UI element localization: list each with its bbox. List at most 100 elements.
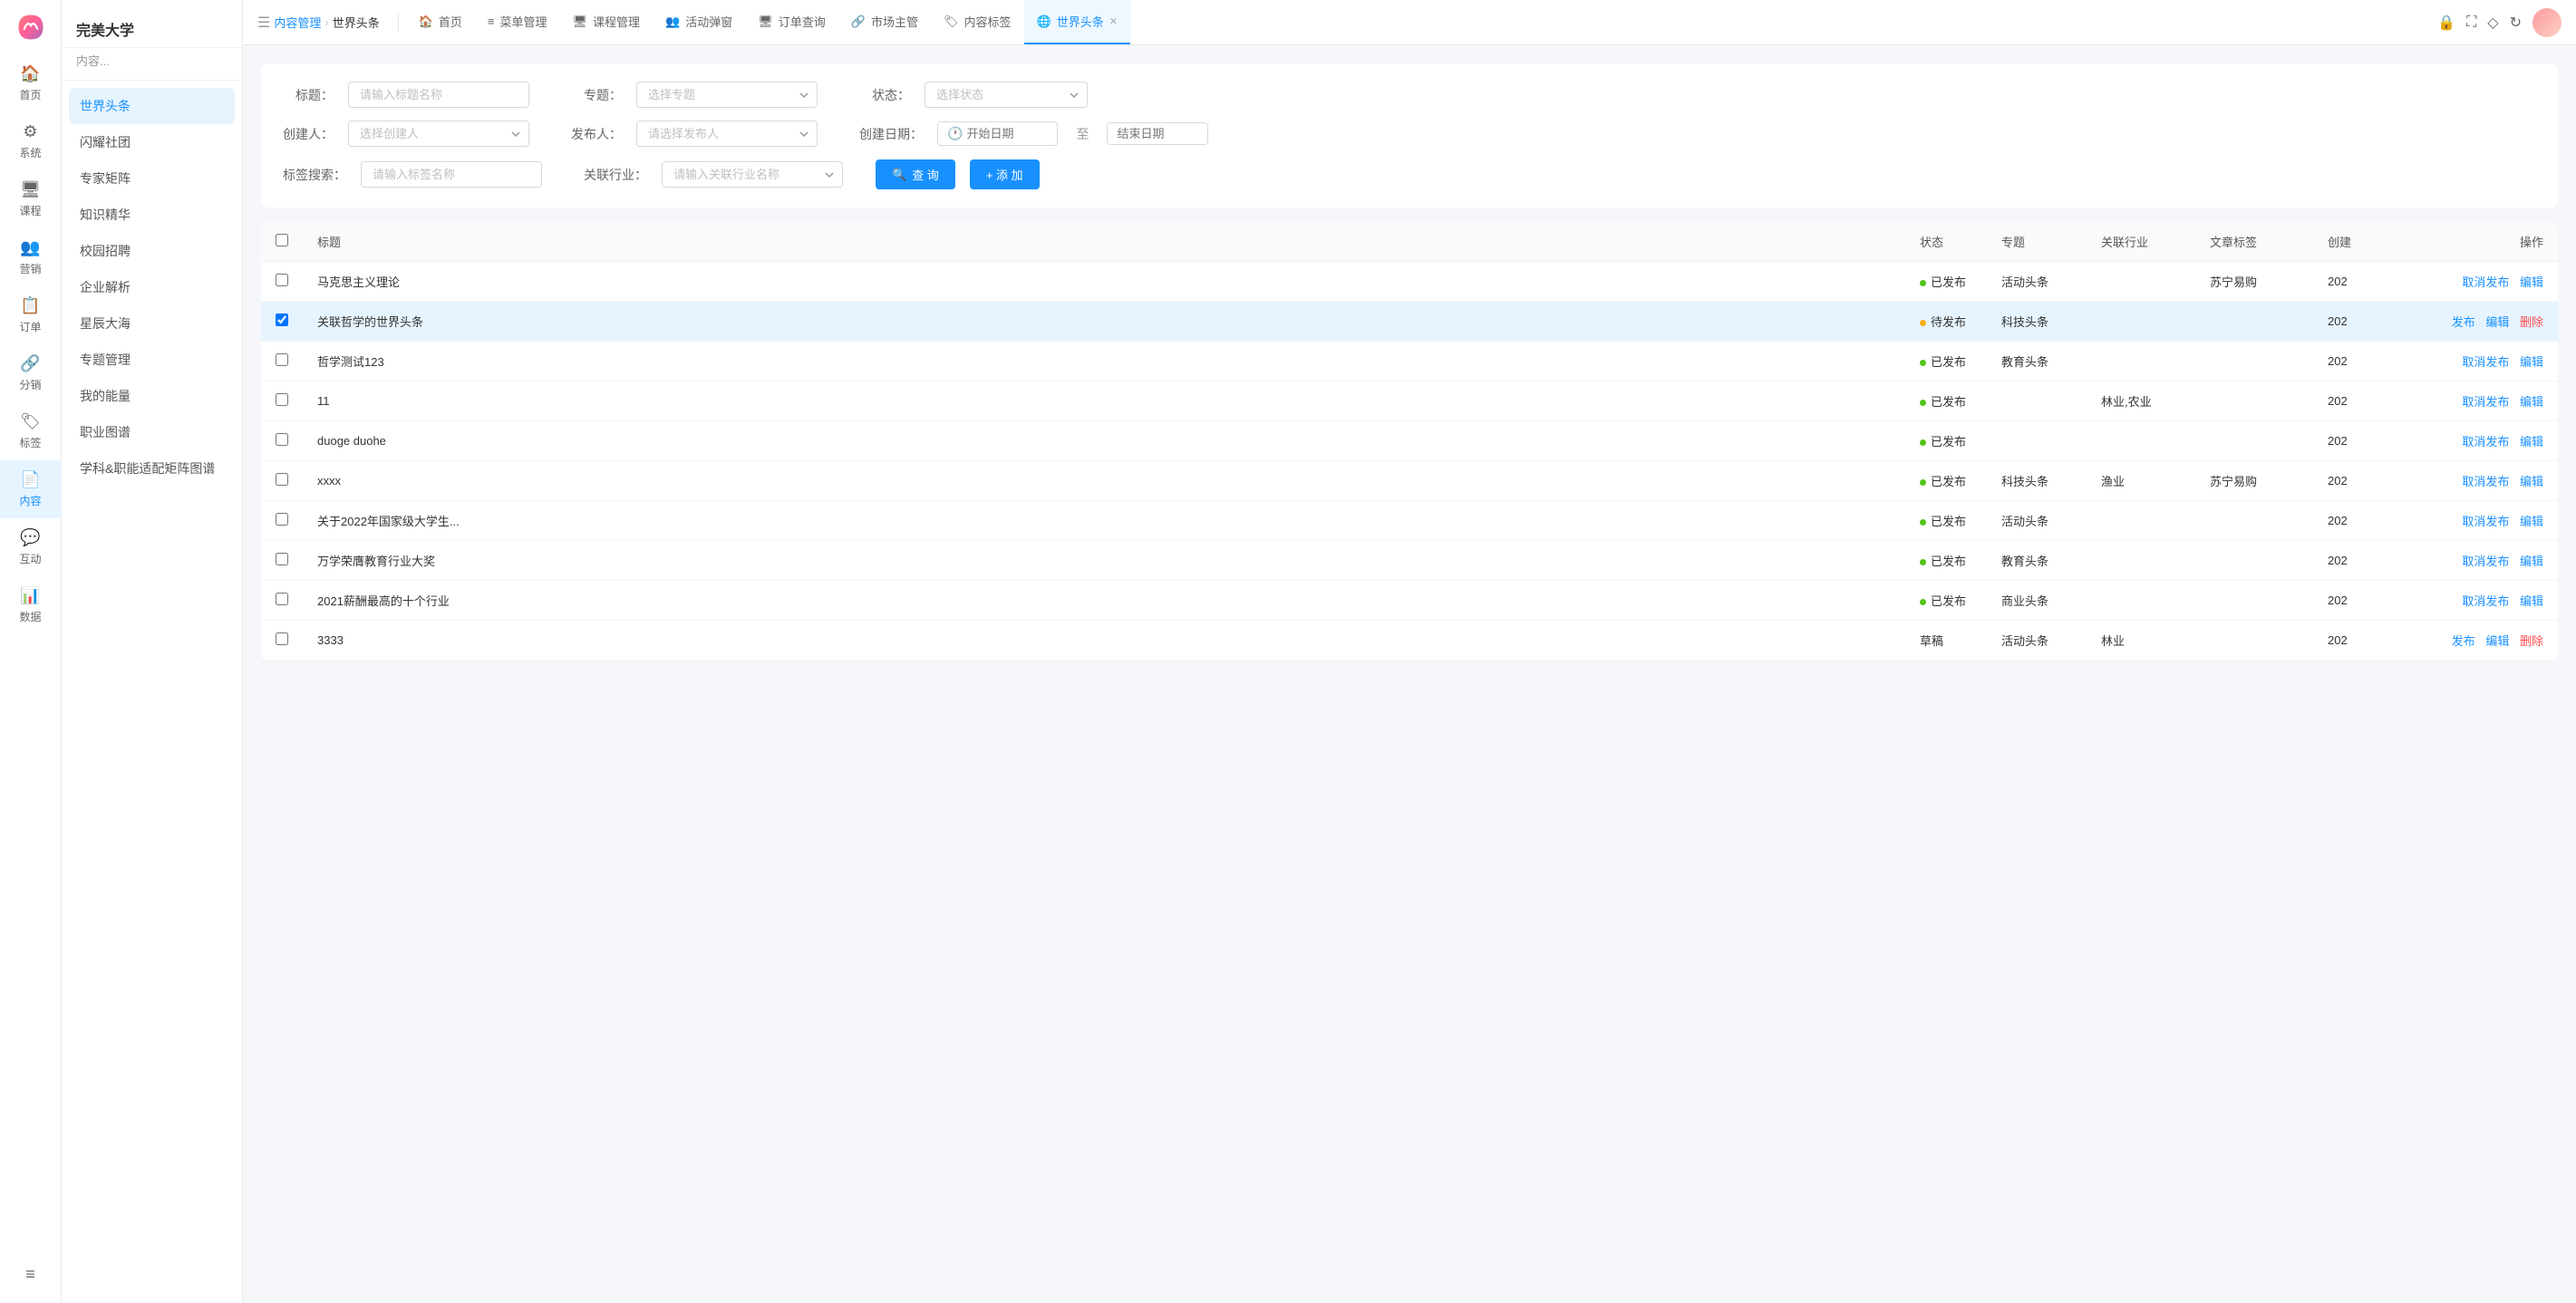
secondary-menu-item-career-map[interactable]: 职业图谱 <box>62 414 242 450</box>
action-取消发布[interactable]: 取消发布 <box>2462 355 2509 369</box>
action-编辑[interactable]: 编辑 <box>2520 275 2543 289</box>
topic-select[interactable]: 选择专题 <box>636 82 818 108</box>
row-checkbox[interactable] <box>276 433 288 446</box>
secondary-menu-item-star-ocean[interactable]: 星辰大海 <box>62 305 242 342</box>
action-取消发布[interactable]: 取消发布 <box>2462 594 2509 608</box>
end-date-input[interactable] <box>1117 127 1198 140</box>
title-input[interactable] <box>348 82 529 108</box>
status-dot <box>1920 599 1926 605</box>
secondary-menu-item-knowledge-essence[interactable]: 知识精华 <box>62 197 242 233</box>
row-status: 已发布 <box>1905 381 1987 421</box>
refresh-icon[interactable]: ↻ <box>2510 14 2522 32</box>
action-取消发布[interactable]: 取消发布 <box>2462 515 2509 528</box>
query-button[interactable]: 🔍 查 询 <box>876 159 955 189</box>
row-checkbox[interactable] <box>276 473 288 486</box>
tab-activity[interactable]: 👥 活动弹窗 <box>653 0 745 44</box>
row-checkbox-cell <box>261 381 303 421</box>
tab-home[interactable]: 🏠 首页 <box>406 0 475 44</box>
row-checkbox[interactable] <box>276 632 288 645</box>
row-checkbox[interactable] <box>276 593 288 605</box>
sidebar-item-home[interactable]: 🏠 首页 <box>0 54 62 112</box>
action-发布[interactable]: 发布 <box>2452 315 2475 329</box>
sidebar-item-tag[interactable]: 🏷 标签 <box>0 402 62 460</box>
creator-select[interactable]: 选择创建人 <box>348 121 529 147</box>
sidebar-item-content[interactable]: 📄 内容 <box>0 460 62 518</box>
sidebar-item-data-label: 数据 <box>19 609 41 624</box>
secondary-menu-item-my-energy[interactable]: 我的能量 <box>62 378 242 414</box>
action-编辑[interactable]: 编辑 <box>2520 355 2543 369</box>
start-date-wrapper[interactable]: 🕐 <box>937 121 1058 146</box>
diamond-icon[interactable]: ◇ <box>2487 14 2498 32</box>
action-删除[interactable]: 删除 <box>2520 634 2543 648</box>
tab-market-admin[interactable]: 🔗 市场主管 <box>838 0 931 44</box>
secondary-menu-item-flash-community[interactable]: 闪耀社团 <box>62 124 242 160</box>
action-删除[interactable]: 删除 <box>2520 315 2543 329</box>
secondary-menu-item-enterprise-analysis[interactable]: 企业解析 <box>62 269 242 305</box>
row-checkbox[interactable] <box>276 274 288 286</box>
app-logo[interactable] <box>0 0 62 54</box>
secondary-menu-item-world-headline[interactable]: 世界头条 <box>69 88 235 124</box>
publisher-select-wrapper: 请选择发布人 <box>636 121 818 147</box>
lock-icon[interactable]: 🔒 <box>2437 14 2455 32</box>
sidebar-item-data[interactable]: 📊 数据 <box>0 576 62 634</box>
select-all-checkbox[interactable] <box>276 234 288 246</box>
secondary-menu-item-expert-matrix[interactable]: 专家矩阵 <box>62 160 242 197</box>
status-select[interactable]: 选择状态 <box>925 82 1088 108</box>
row-checkbox[interactable] <box>276 353 288 366</box>
row-checkbox[interactable] <box>276 553 288 565</box>
sidebar-item-distribute[interactable]: 🔗 分销 <box>0 344 62 402</box>
action-发布[interactable]: 发布 <box>2452 634 2475 648</box>
action-取消发布[interactable]: 取消发布 <box>2462 395 2509 409</box>
row-checkbox[interactable] <box>276 513 288 526</box>
sidebar-item-order[interactable]: 📋 订单 <box>0 286 62 344</box>
sidebar-item-course[interactable]: 🖥 课程 <box>0 170 62 228</box>
status-dot <box>1920 320 1926 326</box>
row-industry <box>2087 342 2195 381</box>
add-button[interactable]: + 添 加 <box>970 159 1040 189</box>
action-编辑[interactable]: 编辑 <box>2485 634 2509 648</box>
table-row: 关联哲学的世界头条待发布科技头条202发布 编辑 删除 <box>261 302 2558 342</box>
publisher-select[interactable]: 请选择发布人 <box>636 121 818 147</box>
row-checkbox[interactable] <box>276 393 288 406</box>
tab-order-query[interactable]: 🖥 订单查询 <box>745 0 838 44</box>
tag-input[interactable] <box>361 161 542 188</box>
tab-world-headline[interactable]: 🌐 世界头条 ✕ <box>1024 0 1130 44</box>
action-编辑[interactable]: 编辑 <box>2520 475 2543 488</box>
end-date-wrapper[interactable] <box>1107 122 1208 145</box>
action-取消发布[interactable]: 取消发布 <box>2462 435 2509 449</box>
tab-content-tag[interactable]: 🏷 内容标签 <box>931 0 1024 44</box>
tab-world-headline-close[interactable]: ✕ <box>1109 15 1118 27</box>
row-title: 万学荣膺教育行业大奖 <box>303 541 1905 581</box>
action-取消发布[interactable]: 取消发布 <box>2462 555 2509 568</box>
row-checkbox[interactable] <box>276 314 288 326</box>
secondary-menu-item-topic-management[interactable]: 专题管理 <box>62 342 242 378</box>
start-date-input[interactable] <box>966 127 1048 140</box>
row-create-date: 202 <box>2313 302 2377 342</box>
action-编辑[interactable]: 编辑 <box>2520 515 2543 528</box>
industry-select[interactable]: 请输入关联行业名称 <box>662 161 843 188</box>
action-编辑[interactable]: 编辑 <box>2485 315 2509 329</box>
creator-select-wrapper: 选择创建人 <box>348 121 529 147</box>
status-label: 已发布 <box>1931 594 1966 608</box>
expand-icon[interactable]: ⛶ <box>2466 14 2476 31</box>
action-编辑[interactable]: 编辑 <box>2520 555 2543 568</box>
breadcrumb-current: 世界头条 <box>333 14 380 31</box>
sidebar-item-interact[interactable]: 💬 互动 <box>0 518 62 576</box>
tab-course[interactable]: 🖥 课程管理 <box>560 0 654 44</box>
creator-label: 创建人： <box>283 125 334 143</box>
secondary-menu-item-campus-recruit[interactable]: 校园招聘 <box>62 233 242 269</box>
action-编辑[interactable]: 编辑 <box>2520 594 2543 608</box>
action-编辑[interactable]: 编辑 <box>2520 435 2543 449</box>
sidebar-item-marketing[interactable]: 👥 营销 <box>0 228 62 286</box>
tab-menu[interactable]: ≡ 菜单管理 <box>475 0 560 44</box>
sidebar-item-order-label: 订单 <box>19 319 41 334</box>
gear-icon: ⚙ <box>23 122 37 141</box>
action-取消发布[interactable]: 取消发布 <box>2462 275 2509 289</box>
secondary-menu-item-subject-matrix[interactable]: 学科&职能适配矩阵图谱 <box>62 450 242 487</box>
sidebar-item-system[interactable]: ⚙ 系统 <box>0 112 62 170</box>
user-avatar[interactable] <box>2532 8 2561 37</box>
row-checkbox-cell <box>261 621 303 661</box>
sidebar-more-button[interactable]: ≡ <box>0 1256 62 1292</box>
action-取消发布[interactable]: 取消发布 <box>2462 475 2509 488</box>
action-编辑[interactable]: 编辑 <box>2520 395 2543 409</box>
